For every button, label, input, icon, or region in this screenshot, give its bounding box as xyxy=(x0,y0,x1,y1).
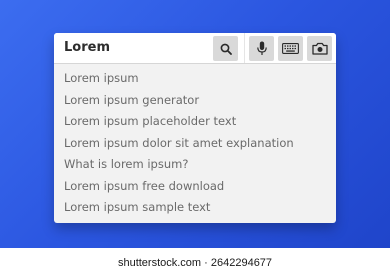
keyboard-button[interactable] xyxy=(278,36,303,61)
microphone-icon xyxy=(256,41,267,55)
toolbar-divider xyxy=(244,33,245,63)
watermark-bar: shutterstock.com · 2642294677 xyxy=(0,248,390,280)
suggestion-item[interactable]: Lorem ipsum dolor sit amet explanation xyxy=(54,133,336,155)
search-panel: Lorem Lorem ipsum Lorem ipsum generator … xyxy=(54,33,336,223)
suggestion-list: Lorem ipsum Lorem ipsum generator Lorem … xyxy=(54,68,336,219)
image-search-button[interactable] xyxy=(307,36,332,61)
search-button[interactable] xyxy=(213,36,238,61)
suggestion-item[interactable]: Lorem ipsum free download xyxy=(54,176,336,198)
suggestion-item[interactable]: What is lorem ipsum? xyxy=(54,154,336,176)
search-input[interactable]: Lorem xyxy=(64,39,110,57)
keyboard-icon xyxy=(282,43,299,54)
suggestion-item[interactable]: Lorem ipsum sample text xyxy=(54,197,336,219)
search-bar: Lorem xyxy=(54,33,336,64)
suggestion-item[interactable]: Lorem ipsum generator xyxy=(54,90,336,112)
suggestion-item[interactable]: Lorem ipsum xyxy=(54,68,336,90)
suggestion-item[interactable]: Lorem ipsum placeholder text xyxy=(54,111,336,133)
voice-search-button[interactable] xyxy=(249,36,274,61)
watermark-text: shutterstock.com · 2642294677 xyxy=(117,257,273,269)
camera-icon xyxy=(311,42,328,55)
magnifier-icon xyxy=(220,43,232,55)
